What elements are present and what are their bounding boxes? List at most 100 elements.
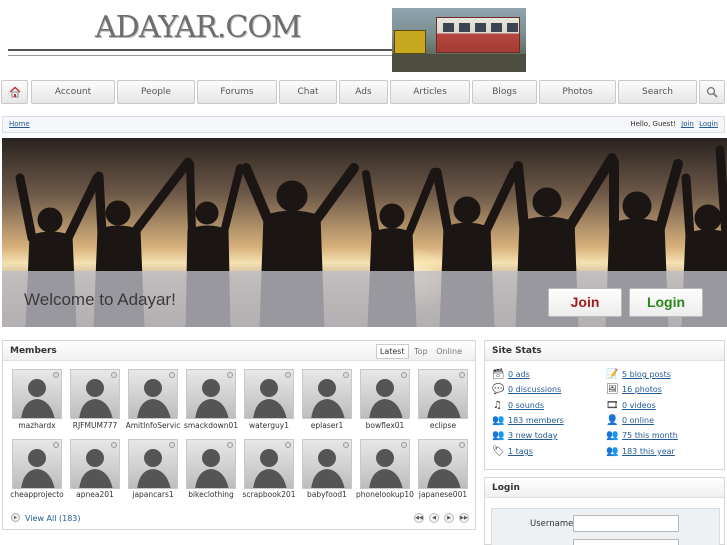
member-name[interactable]: bikeclothing xyxy=(182,490,240,499)
member-name[interactable]: scrapbook201 xyxy=(240,490,298,499)
stat-link[interactable]: 183 members xyxy=(508,416,564,425)
user-greeting: Hello, Guest! Join Login xyxy=(630,120,718,128)
member-avatar[interactable] xyxy=(128,369,178,419)
home-tab[interactable] xyxy=(1,80,28,104)
member-avatar[interactable] xyxy=(360,439,410,489)
stat-link[interactable]: 5 blog posts xyxy=(622,370,671,379)
member-name[interactable]: eplaser1 xyxy=(298,421,356,430)
tab-top[interactable]: Top xyxy=(411,345,431,358)
status-dot-icon xyxy=(343,442,349,448)
breadcrumb-login-link[interactable]: Login xyxy=(699,120,718,128)
last-page-icon[interactable]: ▶▶ xyxy=(459,513,469,523)
status-dot-icon xyxy=(285,442,291,448)
site-logo[interactable]: ADAYAR.COM xyxy=(95,10,302,45)
username-input[interactable] xyxy=(573,515,679,532)
status-dot-icon xyxy=(459,372,465,378)
members-title: Members xyxy=(10,346,57,356)
header-photo-buses xyxy=(392,8,526,72)
tab-account[interactable]: Account xyxy=(31,80,115,104)
tab-online[interactable]: Online xyxy=(433,345,465,358)
username-label: Username: xyxy=(530,519,577,529)
first-page-icon[interactable]: ◀◀ xyxy=(414,513,424,523)
stat-link[interactable]: 0 discussions xyxy=(508,385,561,394)
member-name[interactable]: apnea201 xyxy=(66,490,124,499)
member-avatar[interactable] xyxy=(128,439,178,489)
member-name[interactable]: bowflex01 xyxy=(356,421,414,430)
search-button[interactable] xyxy=(699,80,725,104)
status-dot-icon xyxy=(111,372,117,378)
stats-header: Site Stats xyxy=(485,341,724,361)
breadcrumb-join-link[interactable]: Join xyxy=(681,120,694,128)
member-name[interactable]: phonelookup10 xyxy=(356,490,414,499)
member-avatar[interactable] xyxy=(12,439,62,489)
member-avatar[interactable] xyxy=(302,369,352,419)
member-avatar[interactable] xyxy=(418,369,468,419)
tab-articles[interactable]: Articles xyxy=(390,80,470,104)
member-name[interactable]: smackdown01 xyxy=(182,421,240,430)
login-button[interactable]: Login xyxy=(629,288,703,317)
member-avatar[interactable] xyxy=(186,439,236,489)
stat-link[interactable]: 3 new today xyxy=(508,431,557,440)
status-dot-icon xyxy=(169,442,175,448)
members-header: Members Latest Top Online xyxy=(3,341,475,361)
year-icon: 👥 xyxy=(606,446,619,457)
member-name[interactable]: AmitInfoServic xyxy=(124,421,182,430)
prev-page-icon[interactable]: ◀ xyxy=(429,513,439,523)
stat-link[interactable]: 0 ads xyxy=(508,370,530,379)
stat-link[interactable]: 0 videos xyxy=(622,401,656,410)
member-avatar[interactable] xyxy=(244,369,294,419)
member-name[interactable]: eclipse xyxy=(414,421,472,430)
member-name[interactable]: cheapprojecto xyxy=(8,490,66,499)
member-avatar[interactable] xyxy=(244,439,294,489)
login-form: Username: xyxy=(491,508,720,545)
tab-photos[interactable]: Photos xyxy=(539,80,616,104)
home-icon xyxy=(9,86,21,101)
member-avatar[interactable] xyxy=(186,369,236,419)
next-page-icon[interactable]: ▶ xyxy=(444,513,454,523)
member-name[interactable]: mazhardx xyxy=(8,421,66,430)
status-dot-icon xyxy=(111,442,117,448)
password-input[interactable] xyxy=(573,539,679,545)
status-dot-icon xyxy=(285,372,291,378)
status-dot-icon xyxy=(401,372,407,378)
stat-link[interactable]: 1 tags xyxy=(508,447,533,456)
members-panel: Members Latest Top Online mazhardx RJFMUM… xyxy=(2,340,476,530)
member-avatar[interactable] xyxy=(12,369,62,419)
breadcrumb: Home Hello, Guest! Join Login xyxy=(2,116,725,133)
member-avatar[interactable] xyxy=(360,369,410,419)
member-name[interactable]: japancars1 xyxy=(124,490,182,499)
stat-link[interactable]: 16 photos xyxy=(622,385,662,394)
status-dot-icon xyxy=(227,372,233,378)
tab-search[interactable]: Search xyxy=(618,80,697,104)
ads-icon: 🗃 xyxy=(492,369,505,380)
login-panel: Login Username: xyxy=(484,477,725,545)
member-name[interactable]: babyfood1 xyxy=(298,490,356,499)
stat-link[interactable]: 183 this year xyxy=(622,447,675,456)
status-dot-icon xyxy=(401,442,407,448)
member-avatar[interactable] xyxy=(70,439,120,489)
tab-ads[interactable]: Ads xyxy=(339,80,388,104)
member-avatar[interactable] xyxy=(70,369,120,419)
member-name[interactable]: RJFMUM777 xyxy=(66,421,124,430)
tab-latest[interactable]: Latest xyxy=(375,344,409,359)
status-dot-icon xyxy=(343,372,349,378)
tags-icon: 🏷 xyxy=(492,446,505,457)
yellow-bus-image xyxy=(394,30,426,54)
tab-blogs[interactable]: Blogs xyxy=(472,80,537,104)
stat-link[interactable]: 75 this month xyxy=(622,431,678,440)
members-footer: ▸ View All (183) ◀◀ ◀ ▶ ▶▶ xyxy=(3,509,475,529)
member-avatar[interactable] xyxy=(418,439,468,489)
member-name[interactable]: waterguy1 xyxy=(240,421,298,430)
members-icon: 👥 xyxy=(492,415,505,426)
member-avatar[interactable] xyxy=(302,439,352,489)
tab-forums[interactable]: Forums xyxy=(197,80,277,104)
view-all-link[interactable]: View All (183) xyxy=(25,514,81,523)
tab-chat[interactable]: Chat xyxy=(279,80,337,104)
discussions-icon: 💬 xyxy=(492,384,505,395)
stat-link[interactable]: 0 online xyxy=(622,416,654,425)
breadcrumb-home-link[interactable]: Home xyxy=(9,120,30,128)
member-name[interactable]: japanese001 xyxy=(414,490,472,499)
join-button[interactable]: Join xyxy=(548,288,622,317)
stat-link[interactable]: 0 sounds xyxy=(508,401,544,410)
tab-people[interactable]: People xyxy=(117,80,195,104)
